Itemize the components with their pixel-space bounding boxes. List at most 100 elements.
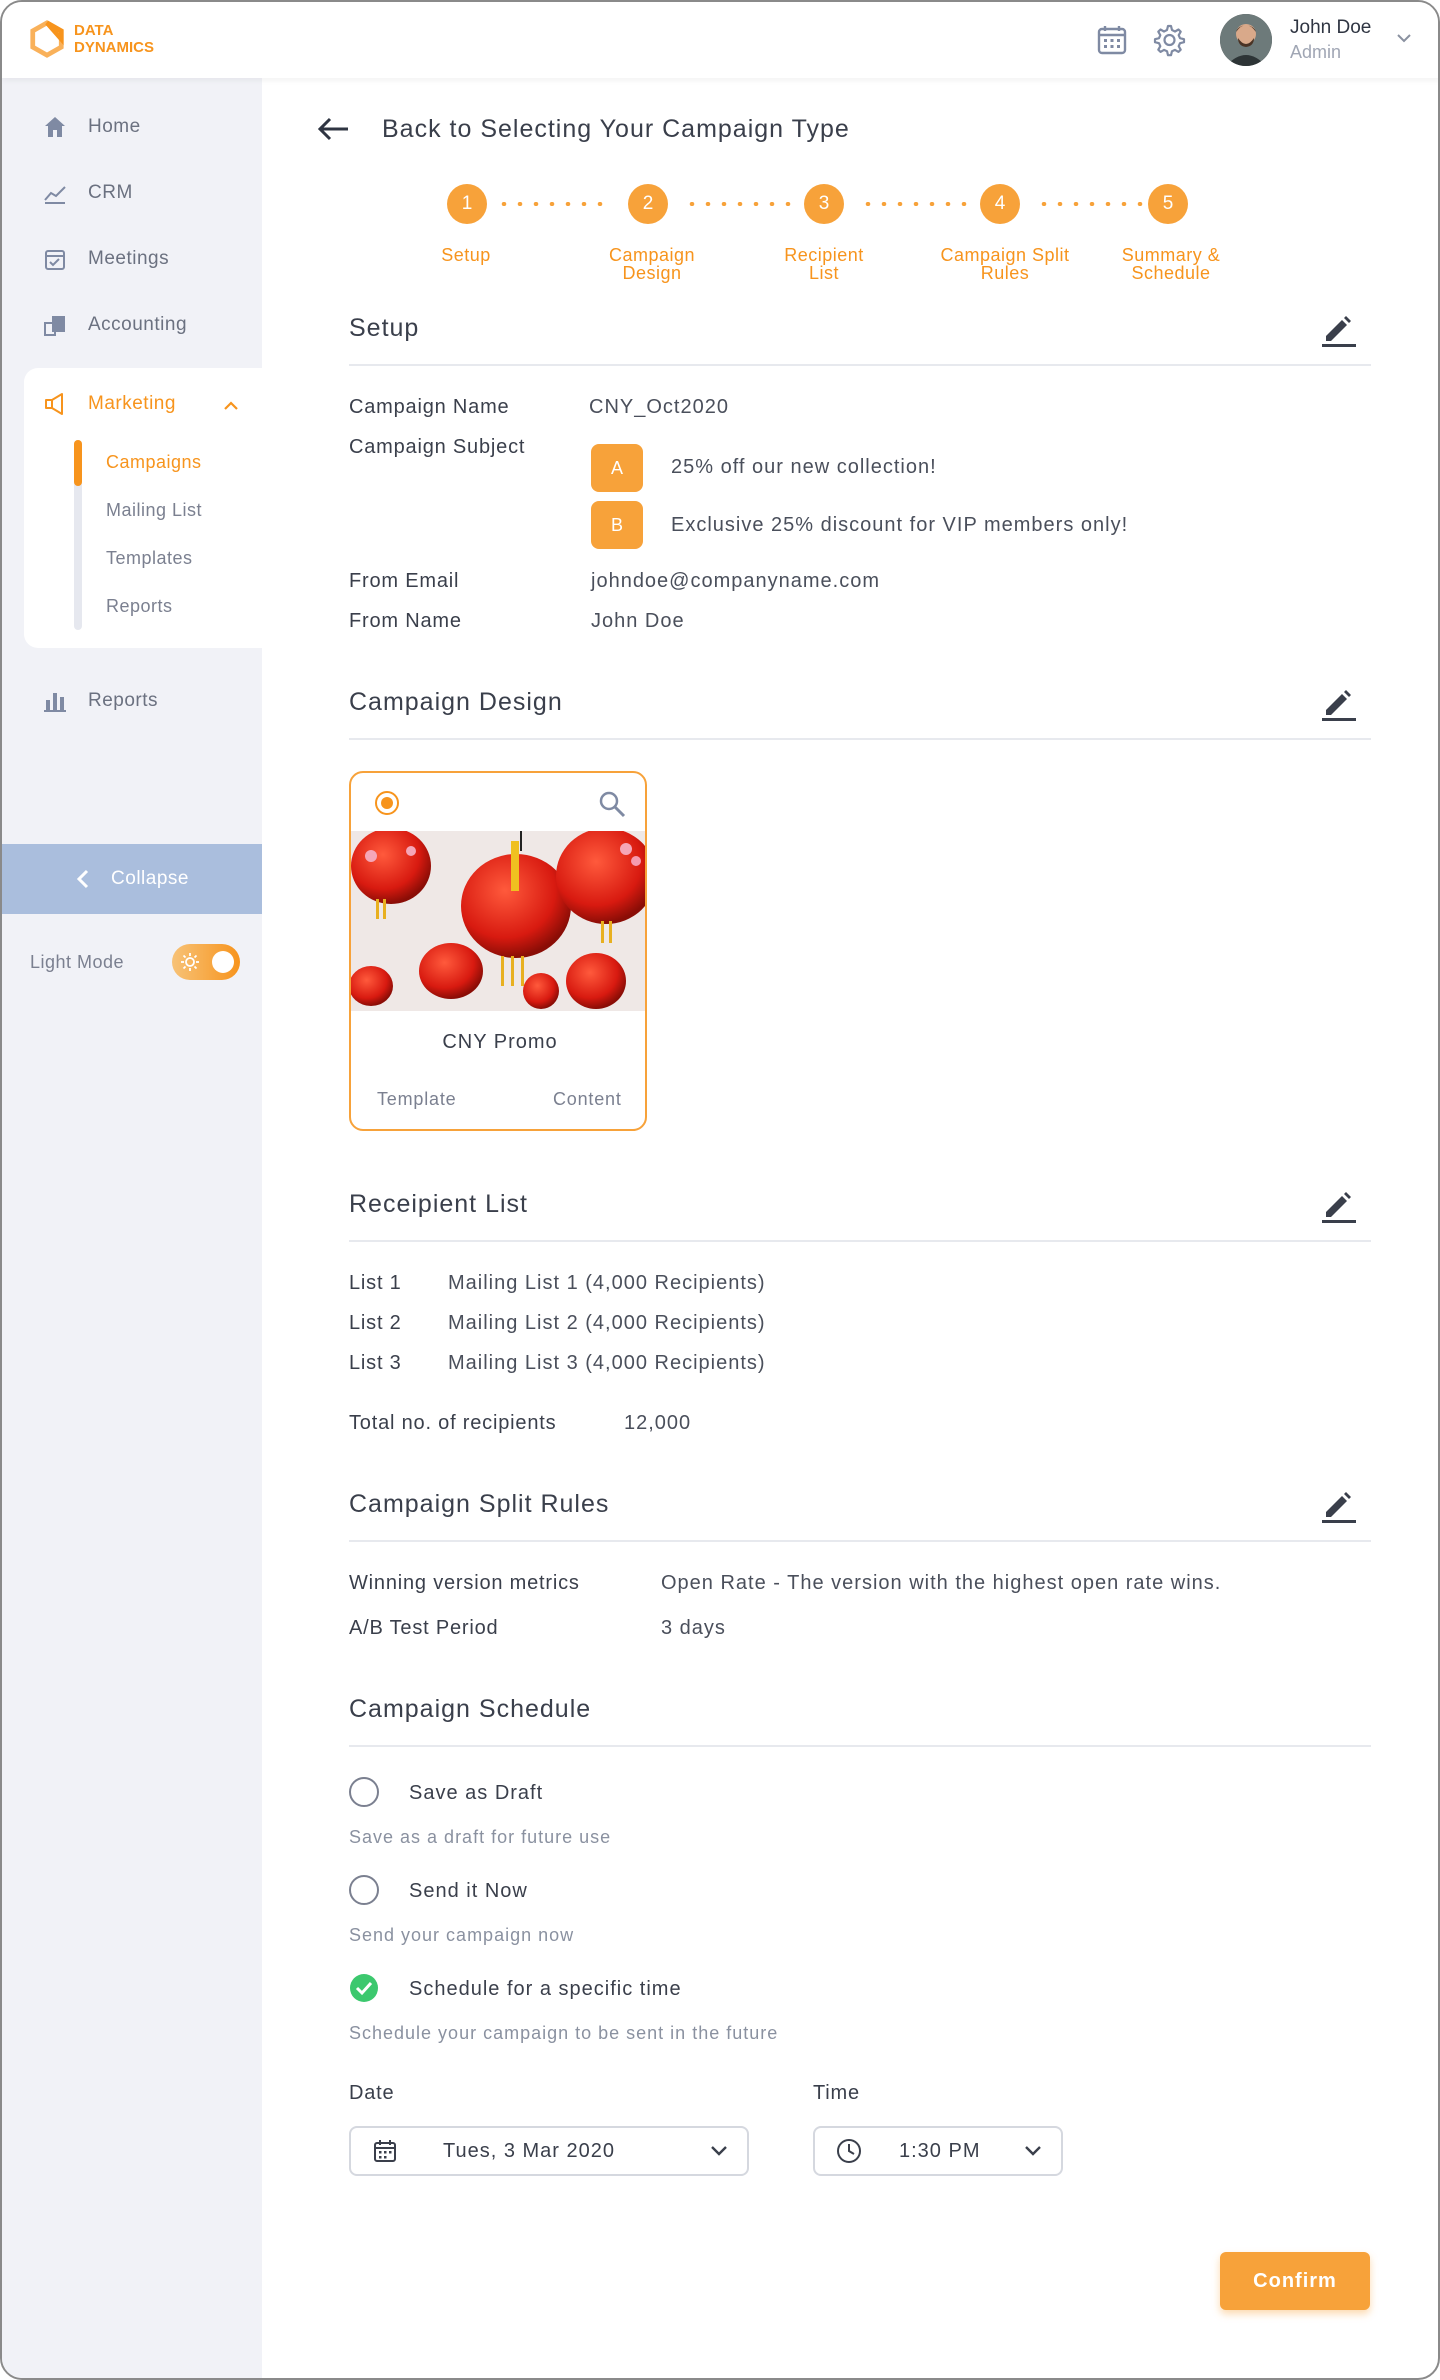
send-now-desc: Send your campaign now — [349, 1925, 575, 1945]
submenu-item-templates[interactable]: Templates — [106, 548, 193, 569]
step-4-label: Campaign Split Rules — [940, 245, 1070, 283]
logo[interactable]: DATA DYNAMICS — [28, 20, 154, 58]
collapse-button[interactable]: Collapse — [2, 844, 262, 914]
edit-design-icon[interactable] — [1318, 682, 1358, 722]
sidebar-item-crm[interactable]: CRM — [42, 180, 133, 206]
from-name-value: John Doe — [591, 610, 685, 632]
send-now-label[interactable]: Send it Now — [409, 1880, 528, 1903]
avatar — [1220, 14, 1272, 66]
chevron-up-icon[interactable] — [222, 398, 240, 412]
arrow-left-icon — [317, 117, 348, 141]
sidebar-item-meetings[interactable]: Meetings — [42, 246, 169, 272]
user-name: John Doe — [1290, 17, 1372, 38]
sidebar-item-label: Meetings — [88, 248, 170, 269]
accounting-icon — [44, 316, 65, 336]
from-email-value: johndoe@companyname.com — [591, 570, 881, 592]
setup-title: Setup — [349, 314, 420, 342]
submenu-item-reports[interactable]: Reports — [106, 596, 173, 617]
step-1-circle[interactable]: 1 — [447, 184, 487, 224]
schedule-title: Campaign Schedule — [349, 1695, 592, 1723]
sidebar-item-marketing[interactable]: Marketing — [42, 390, 176, 418]
design-card[interactable]: CNY Promo Template Content — [349, 771, 647, 1131]
back-link[interactable]: Back to Selecting Your Campaign Type — [314, 110, 850, 148]
save-draft-label[interactable]: Save as Draft — [409, 1782, 543, 1805]
sidebar: Home CRM Meetings Accounting Marketing C… — [2, 78, 262, 2378]
calendar-icon[interactable] — [1094, 22, 1130, 58]
section-divider — [349, 364, 1371, 366]
list-3-label: List 3 — [349, 1352, 402, 1374]
design-content-tab[interactable]: Content — [553, 1089, 622, 1110]
section-divider — [349, 1240, 1371, 1242]
gear-icon[interactable] — [1150, 22, 1186, 58]
campaign-subject-label: Campaign Subject — [349, 436, 526, 458]
design-selected-radio[interactable] — [375, 791, 399, 815]
home-icon — [45, 117, 65, 137]
step-3-circle[interactable]: 3 — [804, 184, 844, 224]
total-recipients-value: 12,000 — [624, 1412, 692, 1434]
sidebar-item-label: Marketing — [88, 393, 176, 414]
search-icon[interactable] — [597, 789, 627, 819]
step-connector — [1036, 202, 1146, 206]
campaign-name-value: CNY_Oct2020 — [589, 396, 729, 418]
megaphone-icon — [45, 393, 63, 415]
date-value: Tues, 3 Mar 2020 — [443, 2139, 616, 2162]
send-now-radio[interactable] — [349, 1875, 379, 1905]
chevron-down-icon[interactable] — [1394, 28, 1414, 48]
submenu-item-campaigns[interactable]: Campaigns — [106, 452, 202, 473]
section-divider — [349, 1540, 1371, 1542]
bar-chart-icon — [44, 693, 66, 712]
split-title: Campaign Split Rules — [349, 1490, 610, 1518]
subject-a-text: 25% off our new collection! — [671, 456, 937, 478]
edit-setup-icon[interactable] — [1318, 308, 1358, 348]
confirm-button[interactable]: Confirm — [1220, 2252, 1370, 2310]
date-picker[interactable]: Tues, 3 Mar 2020 — [349, 2126, 749, 2176]
collapse-label: Collapse — [111, 868, 189, 889]
step-4-circle[interactable]: 4 — [980, 184, 1020, 224]
save-draft-radio[interactable] — [349, 1777, 379, 1807]
design-title: Campaign Design — [349, 688, 563, 716]
design-template-tab[interactable]: Template — [377, 1089, 456, 1110]
step-connector — [860, 202, 970, 206]
subject-a-badge: A — [591, 444, 643, 492]
design-card-title: CNY Promo — [442, 1031, 558, 1053]
recipients-title: Receipient List — [349, 1190, 528, 1218]
list-3-value: Mailing List 3 (4,000 Recipients) — [448, 1352, 766, 1374]
step-2-circle[interactable]: 2 — [628, 184, 668, 224]
light-mode-toggle[interactable] — [172, 944, 240, 980]
lanterns-image — [351, 831, 645, 1011]
top-header: DATA DYNAMICS John Doe Admin — [2, 2, 1438, 78]
section-divider — [349, 1745, 1371, 1747]
step-5-label: Summary & Schedule — [1121, 245, 1221, 283]
submenu-item-mailing-list[interactable]: Mailing List — [106, 500, 202, 521]
step-5-circle[interactable]: 5 — [1148, 184, 1188, 224]
step-connector — [496, 202, 606, 206]
logo-line-2: DYNAMICS — [74, 39, 155, 56]
clock-icon — [837, 2139, 861, 2163]
sidebar-item-label: Reports — [88, 690, 159, 711]
from-name-label: From Name — [349, 610, 462, 632]
edit-recipients-icon[interactable] — [1318, 1184, 1358, 1224]
sidebar-item-reports[interactable]: Reports — [42, 688, 158, 714]
sidebar-item-accounting[interactable]: Accounting — [42, 312, 187, 338]
time-picker[interactable]: 1:30 PM — [813, 2126, 1063, 2176]
list-2-value: Mailing List 2 (4,000 Recipients) — [448, 1312, 766, 1334]
chevron-down-icon — [711, 2146, 727, 2156]
logo-line-1: DATA — [74, 22, 114, 39]
chart-line-icon — [44, 186, 66, 204]
winning-metrics-value: Open Rate - The version with the highest… — [661, 1572, 1222, 1594]
step-3-label: Recipient List — [784, 245, 864, 283]
schedule-radio-checked-icon[interactable] — [349, 1973, 379, 2003]
sun-icon — [181, 953, 199, 971]
sidebar-item-home[interactable]: Home — [42, 114, 141, 140]
user-menu[interactable]: John Doe Admin — [1220, 14, 1371, 66]
chevron-down-icon — [1025, 2146, 1041, 2156]
submenu-active-indicator — [74, 440, 82, 486]
ab-period-label: A/B Test Period — [349, 1617, 499, 1639]
list-1-value: Mailing List 1 (4,000 Recipients) — [448, 1272, 766, 1294]
hexagon-logo-icon — [30, 20, 64, 58]
sidebar-item-label: CRM — [88, 182, 133, 203]
marketing-group: Marketing Campaigns Mailing List Templat… — [24, 368, 262, 648]
step-1-label: Setup — [441, 245, 491, 265]
edit-split-icon[interactable] — [1318, 1484, 1358, 1524]
schedule-specific-label[interactable]: Schedule for a specific time — [409, 1978, 682, 2001]
